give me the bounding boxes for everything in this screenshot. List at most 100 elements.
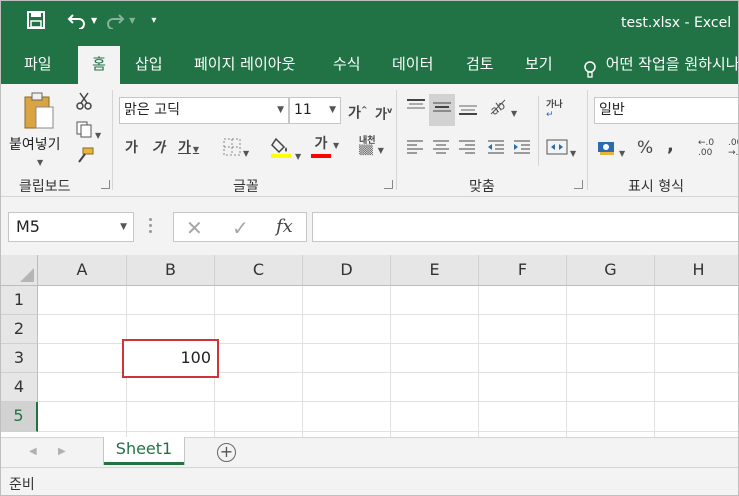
bold-button[interactable]: 가 [125,138,138,158]
increase-indent-button[interactable] [512,138,532,162]
paste-label: 붙여넣기 [9,137,61,153]
font-size-value: 11 [294,102,312,118]
align-center-button[interactable] [431,138,451,162]
gridline [390,286,391,437]
customize-qat-icon[interactable]: ▾ [151,15,156,26]
column-header-c[interactable]: C [215,255,303,286]
paste-icon [23,92,55,134]
cell-b3[interactable]: 100 [122,339,219,378]
grow-font-button[interactable]: 가^ [348,100,368,124]
paste-dropdown-icon[interactable]: ▼ [37,158,43,167]
copy-icon[interactable]: ▼ [75,120,101,146]
phonetic-button[interactable]: 내천 ▒▒ ▼ [359,136,384,156]
row-header-5[interactable]: 5 [1,402,38,432]
column-header-a[interactable]: A [38,255,127,286]
tab-home[interactable]: 홈 [78,46,120,84]
percent-button[interactable]: % [637,138,653,158]
prev-sheet-icon[interactable]: ◀ [29,446,37,457]
font-name-select[interactable]: 맑은 고딕 ▼ [119,97,289,124]
column-header-e[interactable]: E [391,255,479,286]
accounting-format-button[interactable]: ▼ [597,138,625,164]
comma-button[interactable]: , [667,136,674,156]
paste-button[interactable]: 붙여넣기 ▼ [7,90,69,172]
save-icon[interactable] [27,11,45,29]
orientation-button[interactable]: ab▼ [487,96,518,124]
column-header-d[interactable]: D [303,255,391,286]
quick-access-toolbar: ▼ ▼ ▾ [27,11,156,30]
column-header-h[interactable]: H [655,255,738,286]
phonetic-label: 내천 [359,136,376,146]
status-text: 준비 [9,477,35,493]
gridline [566,286,567,437]
font-group-label: 글꼴 [233,179,259,195]
tab-review[interactable]: 검토 [456,46,504,84]
column-header-g[interactable]: G [567,255,655,286]
font-name-value: 맑은 고딕 [124,102,180,118]
name-box[interactable]: M5 ▼ [8,212,134,242]
formula-input[interactable] [312,212,738,242]
cut-icon[interactable] [75,92,93,116]
decrease-decimal-button[interactable]: .00 →.0 [728,138,738,158]
enter-icon[interactable]: ✓ [232,216,249,240]
cancel-icon[interactable]: ✕ [186,216,203,240]
undo-dropdown-icon[interactable]: ▼ [91,16,97,25]
row-header-2[interactable]: 2 [1,315,38,344]
sheet-tab-sheet1[interactable]: Sheet1 [104,437,184,465]
tell-me-search[interactable]: 어떤 작업을 원하시나 [583,46,739,84]
font-launcher-icon[interactable] [384,180,393,189]
font-size-select[interactable]: 11 ▼ [289,97,341,124]
alignment-launcher-icon[interactable] [574,180,583,189]
redo-dropdown-icon: ▼ [129,15,136,25]
increase-decimal-button[interactable]: ←.0 .00 [698,138,714,158]
group-separator [587,90,588,190]
row-header-1[interactable]: 1 [1,286,38,315]
number-format-select[interactable]: 일반 [594,97,738,124]
insert-function-icon[interactable]: fx [276,216,293,237]
formula-buttons: ✕ ✓ fx [173,212,307,242]
number-group-label: 표시 형식 [628,179,684,195]
add-sheet-icon[interactable]: + [217,443,236,462]
underline-label: 가 [178,140,191,156]
column-header-b[interactable]: B [127,255,215,286]
merge-center-button[interactable]: ▼ [546,138,576,164]
gridline [478,286,479,437]
align-top-button[interactable] [405,98,427,122]
grow-font-label: 가 [348,105,361,122]
format-painter-icon[interactable] [75,146,95,170]
align-bottom-button[interactable] [457,98,479,122]
align-middle-button[interactable] [429,94,455,126]
tab-insert[interactable]: 삽입 [125,46,173,84]
fill-color-button[interactable]: ▼ [271,135,301,167]
worksheet-grid[interactable]: A B C D E F G H 1 2 3 4 5 100 [1,255,738,437]
chevron-down-icon[interactable]: ▼ [120,213,127,241]
next-sheet-icon[interactable]: ▶ [58,446,66,457]
decrease-indent-button[interactable] [486,138,506,162]
undo-icon[interactable] [67,11,87,30]
ribbon-tabs: 파일 홈 삽입 페이지 레이아웃 수식 데이터 검토 보기 어떤 작업을 원하시… [1,46,739,84]
excel-window: ▼ ▼ ▾ test.xlsx - Excel 파일 홈 삽입 페이지 레이아웃… [0,0,739,496]
alignment-group-label: 맞춤 [469,179,495,195]
select-all-button[interactable] [1,255,38,286]
italic-button[interactable]: 가 [152,138,165,158]
formula-bar-splitter[interactable] [149,218,153,236]
underline-button[interactable]: 가 ▼ [178,138,199,160]
clipboard-launcher-icon[interactable] [101,180,110,189]
tab-file[interactable]: 파일 [14,46,62,84]
tab-formulas[interactable]: 수식 [323,46,371,84]
align-left-button[interactable] [405,138,425,162]
tab-data[interactable]: 데이터 [382,46,443,84]
align-right-button[interactable] [457,138,477,162]
borders-button[interactable]: ▼ [223,138,249,164]
row-header-3[interactable]: 3 [1,344,38,373]
font-color-button[interactable]: 가 ▼ [311,134,339,158]
wrap-text-button[interactable]: 가나 ↵ [546,100,563,120]
shrink-font-button[interactable]: 가v [375,101,392,125]
chevron-down-icon: ▼ [277,105,284,115]
tab-page-layout[interactable]: 페이지 레이아웃 [184,46,305,84]
status-bar: 준비 [1,467,738,495]
tab-view[interactable]: 보기 [515,46,563,84]
column-header-f[interactable]: F [479,255,567,286]
row-header-4[interactable]: 4 [1,373,38,402]
tell-me-label: 어떤 작업을 원하시나 [605,55,739,73]
title-bar: ▼ ▼ ▾ test.xlsx - Excel [1,1,738,46]
